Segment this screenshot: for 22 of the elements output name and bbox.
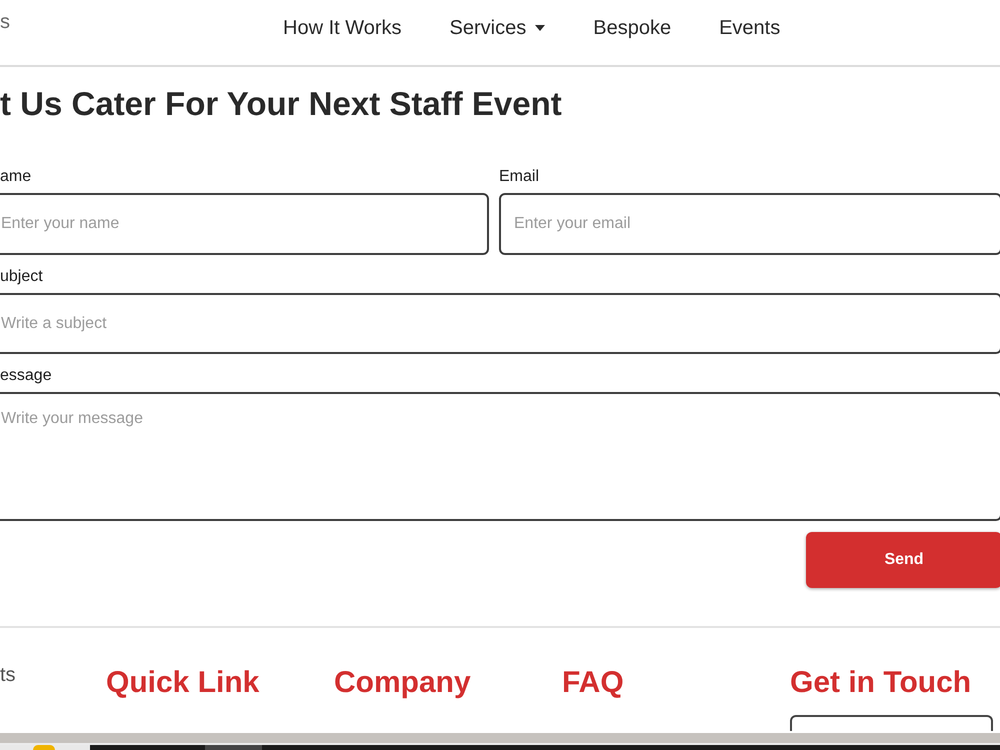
input-field[interactable]: Enter your email (499, 193, 1000, 255)
nav-link[interactable]: Bespoke (593, 16, 672, 40)
input-field[interactable]: Write a subject (0, 293, 1000, 354)
field-label: ame (0, 167, 32, 187)
field-label: ubject (0, 267, 44, 287)
footer-heading: Quick Link (106, 665, 260, 701)
logo-text: s (0, 11, 10, 33)
horizontal-scrollbar[interactable] (0, 733, 1000, 745)
footer-heading: Get in Touch (790, 665, 972, 701)
nav-link[interactable]: How It Works (283, 16, 402, 40)
footer-heading: Company (334, 665, 471, 701)
message-field[interactable]: Write your message (0, 392, 1000, 521)
input-field[interactable]: Enter your name (0, 193, 489, 255)
field-label: Email (499, 167, 540, 187)
send-button[interactable]: Send (806, 532, 1000, 588)
field-label: essage (0, 366, 53, 386)
nav-link[interactable]: Services (450, 16, 546, 40)
footer-heading: FAQ (562, 665, 624, 701)
input-field[interactable] (790, 715, 993, 731)
footer-brand-text: ts (0, 664, 16, 686)
nav-link[interactable]: Events (719, 16, 780, 40)
page-heading: t Us Cater For Your Next Staff Event (0, 85, 563, 123)
